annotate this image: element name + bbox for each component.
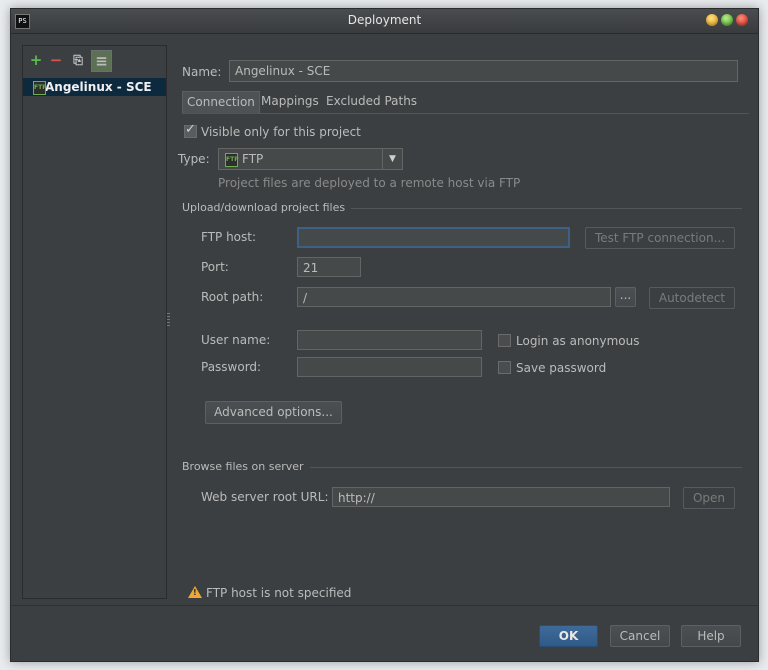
autodetect-button[interactable]: Autodetect	[649, 287, 735, 309]
user-name-input[interactable]	[297, 330, 482, 350]
server-item-label: Angelinux - SCE	[45, 80, 152, 94]
ftp-icon: FTP	[33, 81, 47, 95]
splitter-handle[interactable]	[167, 313, 170, 327]
port-label: Port:	[201, 260, 229, 274]
footer-divider	[11, 605, 758, 606]
type-description: Project files are deployed to a remote h…	[218, 176, 521, 190]
anonymous-checkbox[interactable]	[498, 334, 511, 347]
type-select[interactable]: FTP FTP ▼	[218, 148, 403, 170]
save-password-label: Save password	[516, 361, 607, 375]
window-title: Deployment	[347, 13, 422, 27]
warning-icon: !	[188, 586, 202, 598]
advanced-options-button[interactable]: Advanced options...	[205, 401, 342, 424]
port-input[interactable]: 21	[297, 257, 361, 277]
remove-icon[interactable]: −	[47, 50, 65, 70]
type-value: FTP	[242, 152, 264, 166]
ftp-host-label: FTP host:	[201, 230, 257, 244]
type-label: Type:	[178, 152, 210, 166]
copy-icon[interactable]: ⎘	[69, 50, 87, 70]
root-path-label: Root path:	[201, 290, 264, 304]
server-toolbar: + − ⎘ ≡	[23, 50, 166, 72]
upload-section-title: Upload/download project files	[182, 201, 352, 214]
server-list: FTP Angelinux - SCE	[23, 78, 166, 96]
test-ftp-connection-button[interactable]: Test FTP connection...	[585, 227, 735, 249]
ftp-type-icon: FTP	[225, 153, 239, 167]
help-button[interactable]: Help	[681, 625, 741, 647]
tab-excluded-paths[interactable]: Excluded Paths	[322, 91, 421, 112]
visible-only-checkbox[interactable]	[184, 122, 197, 138]
title-bar[interactable]: PS Deployment	[11, 9, 758, 34]
web-url-input[interactable]: http://	[332, 487, 670, 507]
deployment-dialog: PS Deployment + − ⎘ ≡ FTP Angelinux - SC…	[10, 8, 759, 662]
tab-connection[interactable]: Connection	[182, 91, 260, 113]
upload-section: Upload/download project files	[182, 201, 742, 215]
save-password-checkbox[interactable]	[498, 361, 511, 374]
web-url-label: Web server root URL:	[201, 490, 329, 504]
use-as-default-icon[interactable]: ≡	[91, 50, 112, 72]
chevron-down-icon: ▼	[382, 149, 402, 169]
server-item[interactable]: FTP Angelinux - SCE	[23, 78, 166, 96]
add-icon[interactable]: +	[27, 50, 45, 70]
name-label: Name:	[182, 65, 222, 79]
password-input[interactable]	[297, 357, 482, 377]
browse-section-title: Browse files on server	[182, 460, 310, 473]
settings-tabs: Connection Mappings Excluded Paths	[182, 91, 749, 114]
maximize-button[interactable]	[721, 14, 733, 26]
close-button[interactable]	[736, 14, 748, 26]
visible-only-label: Visible only for this project	[201, 125, 361, 139]
ftp-host-input[interactable]	[297, 227, 570, 248]
tab-mappings[interactable]: Mappings	[257, 91, 323, 112]
server-list-panel: + − ⎘ ≡ FTP Angelinux - SCE	[22, 45, 167, 599]
open-button[interactable]: Open	[683, 487, 735, 509]
cancel-button[interactable]: Cancel	[610, 625, 670, 647]
browse-section: Browse files on server	[182, 460, 742, 474]
anonymous-label: Login as anonymous	[516, 334, 640, 348]
minimize-button[interactable]	[706, 14, 718, 26]
password-label: Password:	[201, 360, 262, 374]
root-path-input[interactable]: /	[297, 287, 611, 307]
user-name-label: User name:	[201, 333, 271, 347]
name-field[interactable]: Angelinux - SCE	[229, 60, 738, 82]
browse-root-button[interactable]: ...	[615, 287, 636, 307]
warning-message: FTP host is not specified	[206, 586, 352, 600]
ok-button[interactable]: OK	[539, 625, 598, 647]
server-settings: Name: Angelinux - SCE Connection Mapping…	[173, 45, 758, 605]
